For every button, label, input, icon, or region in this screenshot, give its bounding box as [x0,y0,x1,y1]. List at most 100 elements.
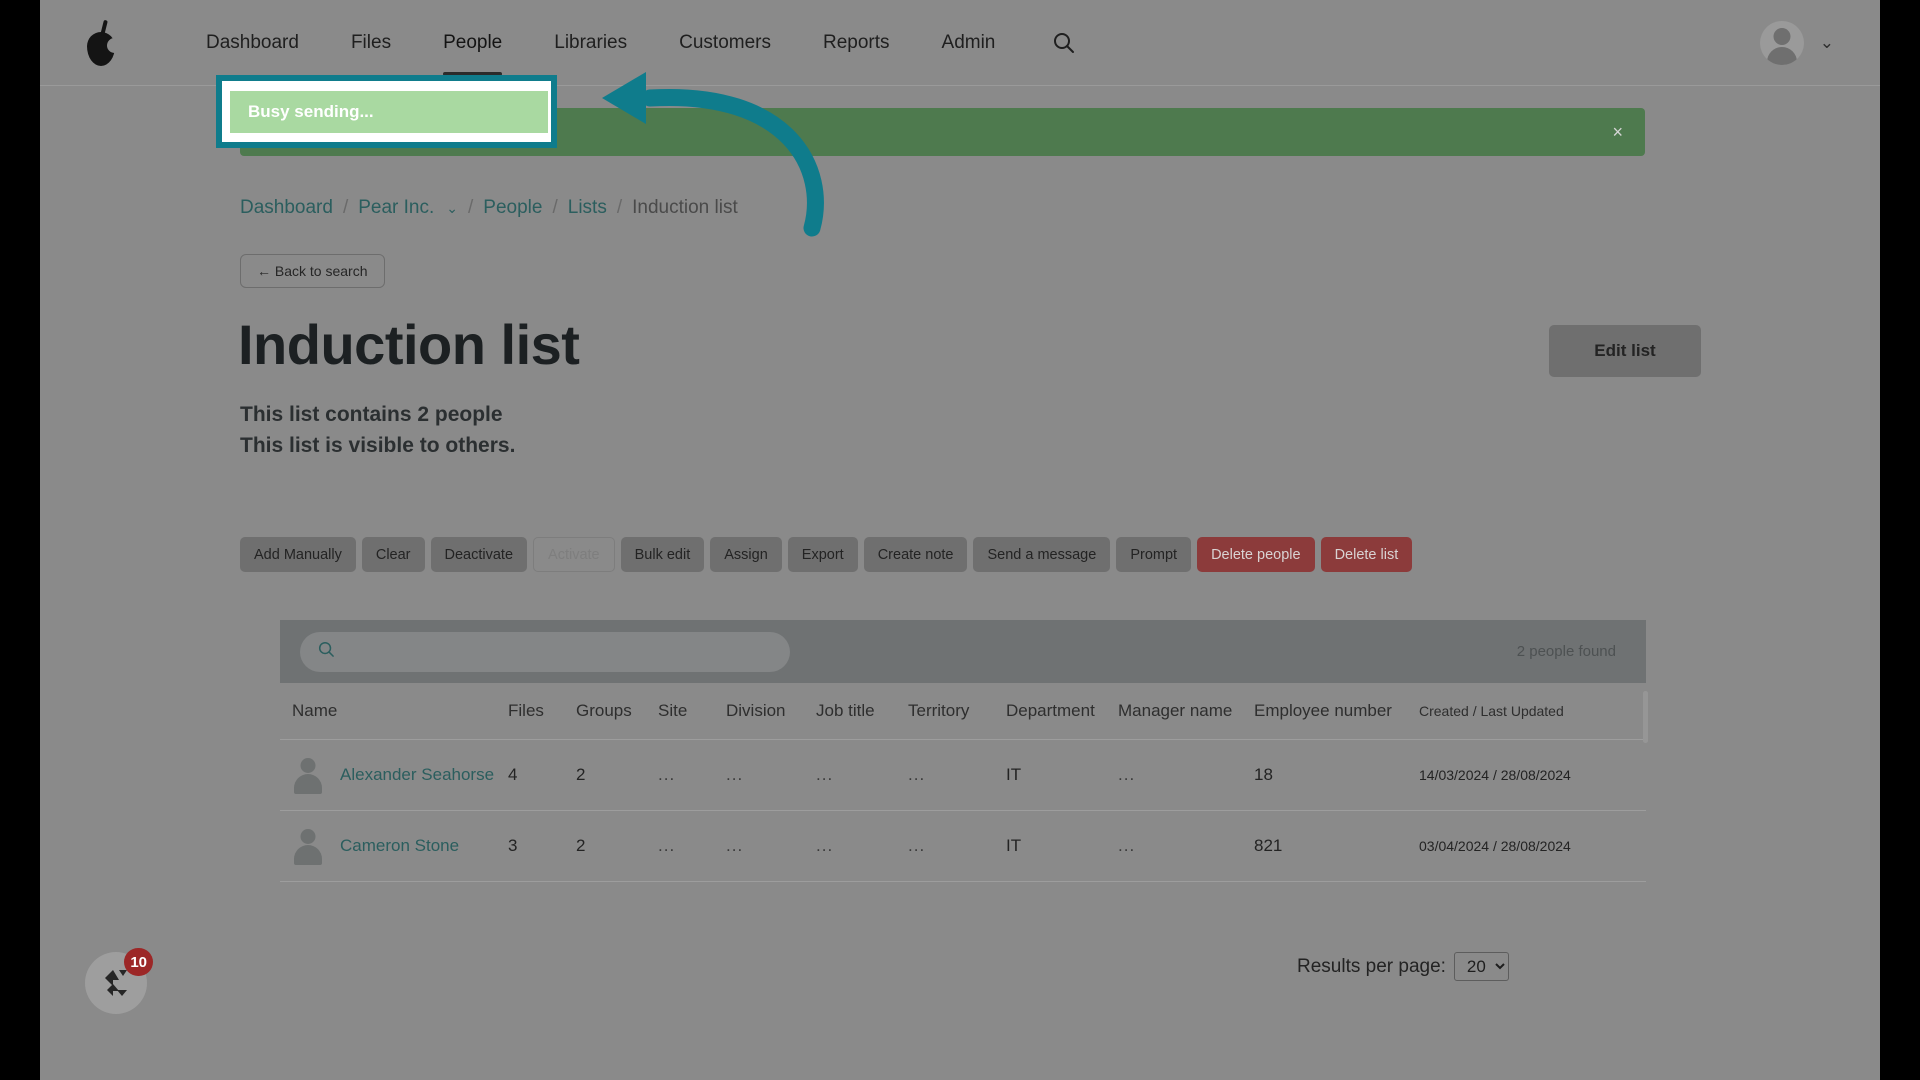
results-per-page-label: Results per page: [1297,955,1446,977]
cell-territory: ... [908,836,926,855]
cell-site: ... [658,765,676,784]
deactivate-button[interactable]: Deactivate [430,537,528,572]
pear-logo-icon [85,19,122,66]
breadcrumb-separator: / [468,197,474,218]
screen: Dashboard Files People Libraries Custome… [0,0,1920,1080]
column-header-files[interactable]: Files [508,701,576,721]
column-header-job-title[interactable]: Job title [816,701,908,721]
breadcrumb-chevron-down-icon[interactable]: ⌄ [446,200,458,217]
nav-items: Dashboard Files People Libraries Custome… [180,24,1081,76]
chat-unread-badge: 10 [124,948,153,976]
results-per-page-control: Results per page: 20 [1297,952,1509,981]
column-header-employee-number[interactable]: Employee number [1254,701,1419,721]
column-header-site[interactable]: Site [658,701,726,721]
column-header-manager-name[interactable]: Manager name [1118,701,1254,721]
cell-job-title: ... [816,765,834,784]
cell-division: ... [726,836,744,855]
cell-groups: 2 [576,836,586,855]
cell-files: 4 [508,765,518,784]
cell-employee-number: 821 [1254,836,1283,855]
add-manually-button[interactable]: Add Manually [240,537,356,572]
page-title: Induction list [238,313,580,376]
top-navigation-bar: Dashboard Files People Libraries Custome… [40,0,1880,86]
cell-files: 3 [508,836,518,855]
edit-list-button[interactable]: Edit list [1549,325,1701,377]
nav-item-dashboard[interactable]: Dashboard [180,24,325,62]
table-row[interactable]: Cameron Stone 3 2 ... ... ... ... IT ...… [280,691,1648,882]
create-note-button[interactable]: Create note [863,537,968,572]
results-per-page-select[interactable]: 20 [1453,952,1509,981]
person-link[interactable]: Cameron Stone [340,836,459,856]
search-bar-row: 2 people found [280,620,1646,683]
clear-button[interactable]: Clear [361,537,425,572]
cell-department: IT [1006,765,1022,784]
delete-list-button[interactable]: Delete list [1320,537,1413,572]
column-header-created-last-updated[interactable]: Created / Last Updated [1419,703,1619,719]
nav-item-admin[interactable]: Admin [916,24,1022,62]
column-header-groups[interactable]: Groups [576,701,658,721]
breadcrumb-item-lists[interactable]: Lists [568,197,607,219]
prompt-button[interactable]: Prompt [1116,537,1192,572]
column-header-territory[interactable]: Territory [908,701,1006,721]
cell-territory: ... [908,765,926,784]
breadcrumb-item-pear-inc[interactable]: Pear Inc. [358,197,434,219]
export-button[interactable]: Export [787,537,858,572]
results-count: 2 people found [1516,643,1616,660]
column-header-department[interactable]: Department [1006,701,1118,721]
user-avatar[interactable] [1759,20,1804,65]
cell-manager-name: ... [1118,765,1136,784]
cell-employee-number: 18 [1254,765,1273,784]
action-button-row: Add Manually Clear Deactivate Activate B… [240,537,1413,572]
cell-department: IT [1006,836,1022,855]
brand-logo[interactable] [40,19,150,66]
cell-division: ... [726,765,744,784]
nav-search-icon[interactable] [1047,26,1081,60]
cell-created-last-updated: 03/04/2024 / 28/08/2024 [1419,838,1571,854]
nav-right-group: ⌄ [1759,20,1880,65]
browser-viewport: Dashboard Files People Libraries Custome… [40,0,1880,1080]
chat-widget-button[interactable]: 10 [85,948,153,1014]
list-count-text: This list contains 2 people [240,403,503,426]
person-link[interactable]: Alexander Seahorse [340,765,494,785]
breadcrumb: Dashboard / Pear Inc. ⌄ / People / Lists… [240,197,738,219]
list-visibility-text: This list is visible to others. [240,434,516,457]
cell-site: ... [658,836,676,855]
column-header-division[interactable]: Division [726,701,816,721]
nav-item-customers[interactable]: Customers [653,24,797,62]
annotation-highlight-message: Busy sending... [230,90,548,133]
breadcrumb-separator: / [616,197,623,218]
cell-name: Alexander Seahorse [280,758,508,794]
cell-created-last-updated: 14/03/2024 / 28/08/2024 [1419,767,1571,783]
nav-item-people[interactable]: People [417,24,528,76]
send-a-message-button[interactable]: Send a message [973,537,1111,572]
breadcrumb-item-induction-list: Induction list [632,197,738,218]
cell-job-title: ... [816,836,834,855]
nav-item-files[interactable]: Files [325,24,417,62]
people-table: Name Files Groups Site Division Job titl… [280,683,1648,882]
table-row[interactable]: Alexander Seahorse 4 2 ... ... ... ... I… [280,691,1648,811]
bulk-edit-button[interactable]: Bulk edit [620,537,705,572]
nav-item-reports[interactable]: Reports [797,24,916,62]
search-icon [318,641,335,663]
user-menu-chevron-down-icon[interactable]: ⌄ [1820,33,1834,53]
person-avatar-icon [292,829,324,865]
breadcrumb-item-people[interactable]: People [483,197,542,219]
search-input[interactable] [347,643,772,660]
cell-manager-name: ... [1118,836,1136,855]
breadcrumb-separator: / [342,197,349,218]
annotation-highlight-box: Busy sending... [216,75,557,148]
breadcrumb-item-dashboard[interactable]: Dashboard [240,197,333,219]
back-to-search-button[interactable]: ← Back to search [240,254,385,288]
activate-button: Activate [533,537,615,572]
flash-close-icon[interactable]: × [1612,122,1645,143]
search-field[interactable] [300,631,790,672]
breadcrumb-separator: / [552,197,558,218]
delete-people-button[interactable]: Delete people [1197,537,1315,572]
column-header-name[interactable]: Name [280,701,508,721]
table-header-row: Name Files Groups Site Division Job titl… [280,683,1646,740]
nav-item-libraries[interactable]: Libraries [528,24,653,62]
person-avatar-icon [292,758,324,794]
assign-button[interactable]: Assign [710,537,782,572]
page-content: Dashboard Files People Libraries Custome… [40,0,1880,1080]
row-scrollbar[interactable] [1643,691,1648,743]
